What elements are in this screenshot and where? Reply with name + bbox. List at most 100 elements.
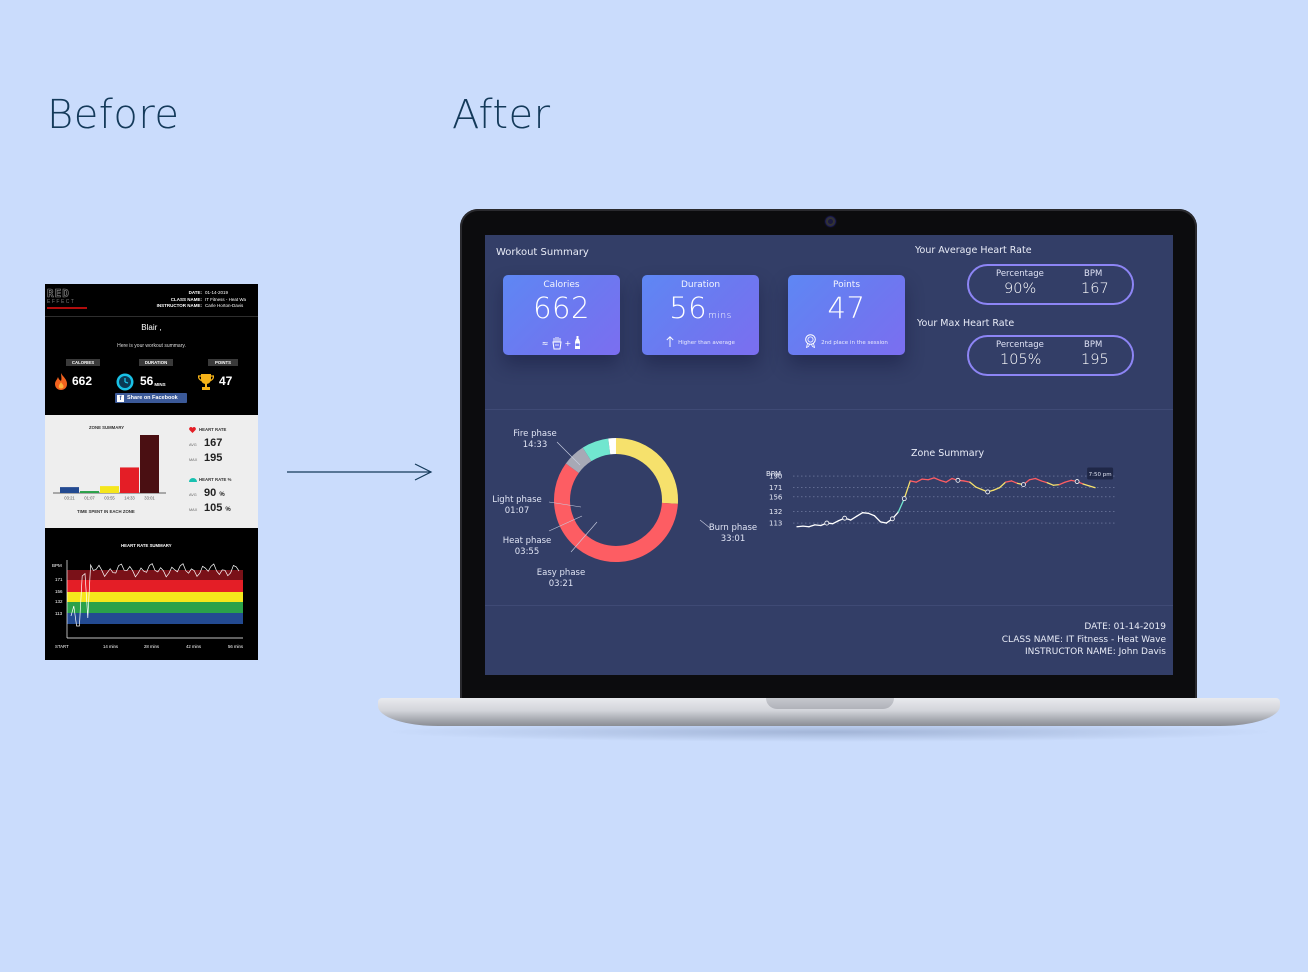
hr-line-segment [927,477,935,481]
y-tick-label: 113 [769,520,782,528]
hr-line-segment [1004,480,1013,483]
old-greeting: Blair , [141,323,162,332]
hr-line-segment [1010,480,1019,485]
old-bpm-tick: 156 [55,589,63,594]
workout-dashboard: Workout Summary Calories 662 ≈ + Duratio… [485,235,1173,675]
y-tick-label: 132 [769,508,782,516]
old-email-summary: RED EFFECT DATE: 01-14-2019 CLASS NAME: IT… [45,284,258,660]
share-facebook-button[interactable]: f Share on Facebook [115,393,187,403]
data-point[interactable] [1021,482,1026,488]
old-duration-value: 56 [140,374,154,388]
hr-zone-band [67,592,243,602]
y-tick-label: 156 [769,493,783,501]
data-point[interactable] [1074,479,1080,484]
points-card: Points 47 2nd place in the session [788,275,905,355]
flame-icon [55,373,67,390]
old-calories-value: 662 [72,374,93,388]
hr-line-segment [1052,483,1060,486]
old-points-label: POINTS [208,359,238,366]
burn-phase-label: Burn phase 33:01 [708,523,758,544]
old-hrp-max: 105 [204,502,223,514]
data-point[interactable] [889,516,895,522]
old-hr-max: 195 [204,452,223,464]
easy-phase-label: Easy phase 03:21 [536,568,586,589]
hr-line-segment [1058,481,1066,486]
old-hrp-label: HEART RATE % [199,477,232,482]
fries-icon [551,336,562,349]
trophy-icon [198,374,214,390]
footer-class-name: CLASS NAME: IT Fitness - Heat Wave [1001,634,1166,645]
calories-value: 662 [533,291,590,325]
data-point[interactable] [985,489,991,495]
hr-zone-band [67,602,243,613]
old-hr-summary-title: HEART RATE SUMMARY [121,543,172,548]
max-hr-title: Your Max Heart Rate [917,318,1015,329]
avg-hr-title: Your Average Heart Rate [915,245,1032,256]
points-label: Points [832,280,861,290]
drink-bottle-icon [575,336,581,349]
data-point[interactable] [901,496,907,502]
hr-line-segment [1040,480,1048,484]
facebook-icon: f [117,395,124,402]
old-time-tick: START [55,644,69,649]
hr-line-segment [802,525,810,528]
calories-card: Calories 662 ≈ + [503,275,620,355]
zone-bar-label: 14:33 [124,496,135,501]
hr-line-segment [921,478,929,481]
hr-line-segment [1064,479,1072,483]
old-time-tick: 14 mins [103,644,118,649]
class-info-footer: DATE: 01-14-2019 CLASS NAME: IT Fitness … [1002,621,1166,659]
old-hr-avg: 167 [204,437,223,449]
heat-phase-label: Heat phase 03:55 [502,536,552,557]
burn-phase-slice [554,463,678,562]
heart-icon [189,427,196,433]
old-time-tick: 28 mins [144,644,159,649]
after-heading: After [452,92,551,138]
points-value: 47 [827,291,866,325]
fire-phase-label: Fire phase 14:33 [513,429,557,450]
hr-line-segment [808,524,816,528]
laptop-notch [766,698,894,709]
old-intro: Here is your workout summary. [117,343,186,349]
hr-line-segment [1082,483,1090,487]
points-note: 2nd place in the session [821,340,888,346]
hr-line-segment [975,486,983,491]
hr-line-segment [814,524,822,527]
hr-line-segment [1028,477,1037,481]
old-zone-caption: TIME SPENT IN EACH ZONE [77,509,135,514]
y-tick-label: 190 [769,473,782,481]
hr-line-segment [969,481,977,488]
avg-hr-pill: Percentage 90% BPM 167 [967,264,1134,305]
tooltip-text: 7:50 pm [1089,472,1112,478]
zone-bar-label: 03:55 [104,496,115,501]
zone-bar-label: 01:07 [84,496,95,501]
old-hrp-avg: 90 [204,487,217,499]
max-hr-percentage: 105% [1000,352,1042,368]
clock-icon [116,373,134,391]
avg-hr-percentage: 90% [1004,281,1037,297]
zone-summary-title: Zone Summary [911,448,985,459]
data-point[interactable] [842,515,848,521]
data-point[interactable] [824,520,830,526]
old-duration-label: DURATION [139,359,173,366]
hr-line-segment [939,479,947,483]
easy-phase-slice [565,447,592,474]
light-phase-label: Light phase 01:07 [492,495,542,516]
hr-line-segment [915,478,923,483]
duration-value: 56 [669,291,708,325]
old-time-tick: 42 mins [186,644,201,649]
old-class-meta: DATE: 01-14-2019 CLASS NAME: IT Fitness - … [156,290,247,308]
hr-line-segment [998,481,1007,489]
fire-phase-slice [615,438,678,504]
hr-line-segment [855,512,864,517]
zone-bar-label: 03:21 [64,496,75,501]
old-hr-label: HEART RATE [199,427,227,432]
arrow-right-icon [287,463,433,481]
data-point[interactable] [955,477,961,483]
old-bpm-tick: 113 [55,611,63,616]
footer-date: DATE: 01-14-2019 [1084,622,1166,632]
zone-bar [80,491,99,493]
zone-bar [140,435,159,493]
old-zone-title: ZONE SUMMARY [89,425,125,430]
workout-summary-title: Workout Summary [496,247,589,258]
